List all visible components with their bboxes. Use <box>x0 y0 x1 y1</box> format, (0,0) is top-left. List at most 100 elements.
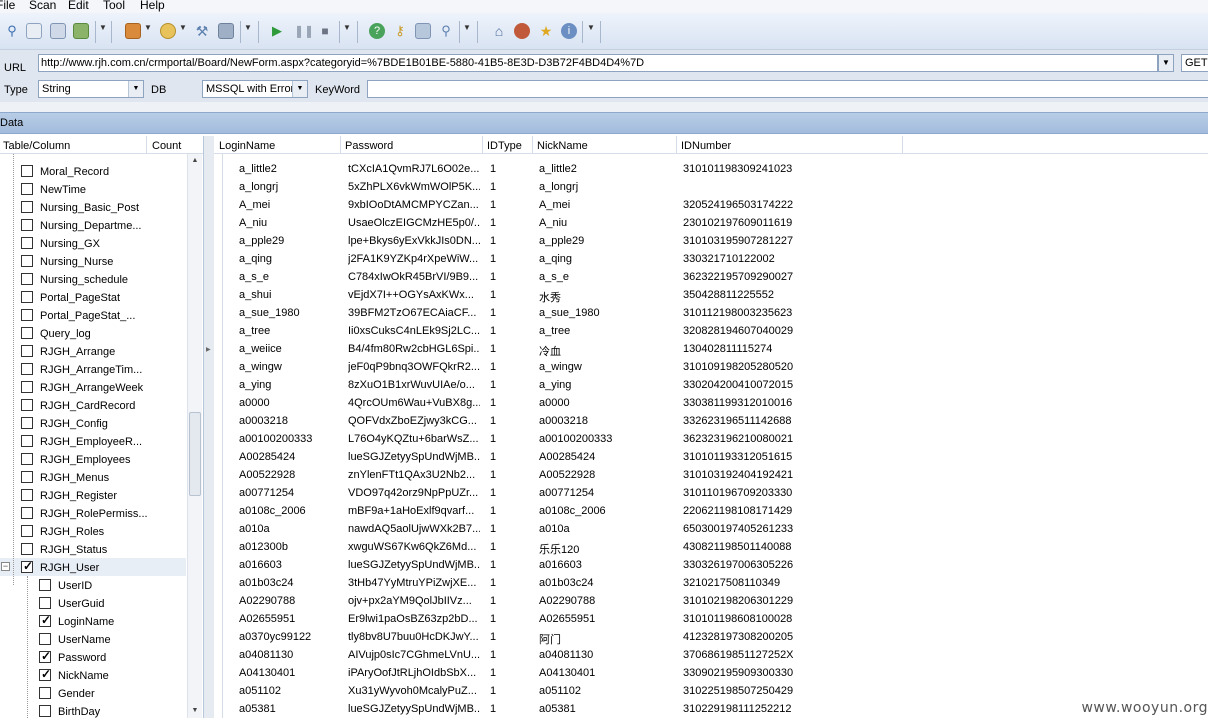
table-checkbox[interactable] <box>21 327 33 339</box>
table-row[interactable]: a_ying 8zXuO1B1xrWuvUIAe/o... 1 a_ying 33020… <box>214 375 1208 393</box>
grid-header-loginname[interactable]: LoginName <box>219 140 275 152</box>
tree-table-row[interactable]: NewTime <box>0 180 186 198</box>
table-checkbox[interactable] <box>21 183 33 195</box>
url-input[interactable]: http://www.rjh.com.cn/crmportal/Board/Ne… <box>38 54 1158 72</box>
table-checkbox[interactable] <box>21 489 33 501</box>
scroll-down-icon[interactable]: ▼ <box>188 704 202 718</box>
table-checkbox[interactable] <box>21 435 33 447</box>
tree-header-table-column[interactable]: Table/Column <box>3 140 70 152</box>
table-row[interactable]: a_wingw jeF0qP9bnq3OWFQkrR2... 1 a_wingw 310… <box>214 357 1208 375</box>
menu-tool[interactable]: Tool <box>103 0 125 12</box>
table-row[interactable]: a0003218 QOFVdxZboEZjwy3kCG... 1 a0003218 33… <box>214 411 1208 429</box>
tree-table-row[interactable]: Nursing_Departme... <box>0 216 186 234</box>
chevron-down-icon[interactable]: ▼ <box>587 23 595 32</box>
table-row[interactable]: a010a nawdAQ5aolUjwWXk2B7... 1 a010a 6503001… <box>214 519 1208 537</box>
table-checkbox[interactable] <box>21 417 33 429</box>
table-checkbox[interactable] <box>21 543 33 555</box>
chevron-down-icon[interactable]: ▼ <box>99 23 107 32</box>
tree-table-row[interactable]: Nursing_Basic_Post <box>0 198 186 216</box>
table-row[interactable]: a_sue_1980 39BFM2TzO67ECAiaCF... 1 a_sue_19… <box>214 303 1208 321</box>
tree-table-row[interactable]: RJGH_ArrangeWeek <box>0 378 186 396</box>
tree-table-row[interactable]: RJGH_Status <box>0 540 186 558</box>
keyword-input[interactable] <box>367 80 1208 98</box>
tree-table-row[interactable]: RJGH_Menus <box>0 468 186 486</box>
home-icon[interactable]: ⌂ <box>491 23 507 39</box>
splitter-grip-icon[interactable]: ▶ <box>206 346 211 362</box>
column-checkbox[interactable] <box>39 705 51 717</box>
chevron-down-icon[interactable]: ▼ <box>179 23 187 32</box>
table-row[interactable]: a00771254 VDO97q42orz9NpPpUZr... 1 a0077125… <box>214 483 1208 501</box>
bug-icon[interactable] <box>514 23 530 39</box>
table-checkbox[interactable] <box>21 399 33 411</box>
table-checkbox[interactable] <box>21 309 33 321</box>
table-row[interactable]: a_s_e C784xIwOkR45BrVI/9B9... 1 a_s_e 362322… <box>214 267 1208 285</box>
save-icon[interactable] <box>50 23 66 39</box>
table-row[interactable]: a0000 4QrcOUm6Wau+VuBX8g... 1 a0000 33038119… <box>214 393 1208 411</box>
type-select[interactable]: String ▼ <box>38 80 144 98</box>
search-icon[interactable]: ⚲ <box>4 23 20 39</box>
table-row[interactable]: a_tree Ii0xsCuksC4nLEk9Sj2LC... 1 a_tree 320… <box>214 321 1208 339</box>
tree-table-row[interactable]: RJGH_EmployeeR... <box>0 432 186 450</box>
table-checkbox[interactable] <box>21 381 33 393</box>
column-checkbox[interactable] <box>39 633 51 645</box>
table-checkbox[interactable] <box>21 165 33 177</box>
tree-header-count[interactable]: Count <box>152 140 181 152</box>
menu-edit[interactable]: Edit <box>68 0 89 12</box>
url-dropdown-icon[interactable]: ▼ <box>1158 54 1174 72</box>
magnifier-icon[interactable]: ⚲ <box>438 23 454 39</box>
tree-table-row[interactable]: RJGH_User − <box>0 558 186 576</box>
db-select[interactable]: MSSQL with Error ▼ <box>202 80 308 98</box>
table-checkbox[interactable] <box>21 525 33 537</box>
tools-icon[interactable] <box>160 23 176 39</box>
grid-header-idnumber[interactable]: IDNumber <box>681 140 731 152</box>
grid-header-idtype[interactable]: IDType <box>487 140 522 152</box>
info-icon[interactable]: i <box>561 23 577 39</box>
table-row[interactable]: a01b03c24 3tHb47YyMtruYPiZwjXE... 1 a01b03c… <box>214 573 1208 591</box>
column-checkbox[interactable] <box>39 613 51 627</box>
table-checkbox[interactable] <box>21 345 33 357</box>
scan-icon[interactable] <box>125 23 141 39</box>
tree-table-row[interactable]: RJGH_Roles <box>0 522 186 540</box>
http-method-select[interactable]: GET <box>1181 54 1208 72</box>
table-row[interactable]: a0108c_2006 mBF9a+1aHoExlf9qvarf... 1 a0108… <box>214 501 1208 519</box>
table-checkbox[interactable] <box>21 291 33 303</box>
menu-scan[interactable]: Scan <box>29 0 56 12</box>
table-row[interactable]: a051102 Xu31yWyvoh0McalyPuZ... 1 a051102 310… <box>214 681 1208 699</box>
tree-table-row[interactable]: Moral_Record <box>0 162 186 180</box>
table-row[interactable]: A00522928 znYlenFTt1QAx3U2Nb2... 1 A0052292… <box>214 465 1208 483</box>
column-checkbox[interactable] <box>39 687 51 699</box>
table-row[interactable]: a05381 lueSGJZetyySpUndWjMB... 1 a05381 3102… <box>214 699 1208 717</box>
chevron-down-icon[interactable]: ▼ <box>292 81 307 97</box>
scroll-up-icon[interactable]: ▲ <box>188 154 202 168</box>
table-row[interactable]: A00285424 lueSGJZetyySpUndWjMB... 1 A002854… <box>214 447 1208 465</box>
table-row[interactable]: A_mei 9xbIOoDtAMCMPYCZan... 1 A_mei 32052419… <box>214 195 1208 213</box>
table-row[interactable]: A02655951 Er9lwi1paOsBZ63zp2bD... 1 A026559… <box>214 609 1208 627</box>
table-checkbox[interactable] <box>21 237 33 249</box>
tree-scrollbar[interactable]: ▲ ▼ <box>187 154 202 718</box>
tree-table-row[interactable]: Nursing_schedule <box>0 270 186 288</box>
table-row[interactable]: a_longrj 5xZhPLX6vkWmWOlP5K... 1 a_longrj <box>214 177 1208 195</box>
chevron-down-icon[interactable]: ▼ <box>144 23 152 32</box>
play-icon[interactable]: ▶ <box>269 23 285 39</box>
menu-help[interactable]: Help <box>140 0 165 12</box>
table-row[interactable]: A04130401 iPAryOofJtRLjhOIdbSbX... 1 A04130… <box>214 663 1208 681</box>
tree-table-row[interactable]: Portal_PageStat_... <box>0 306 186 324</box>
table-row[interactable]: a_little2 tCXcIA1QvmRJ7L6O02e... 1 a_little… <box>214 159 1208 177</box>
tree-table-row[interactable]: RJGH_Config <box>0 414 186 432</box>
document-icon[interactable] <box>26 23 42 39</box>
table-checkbox[interactable] <box>21 255 33 267</box>
chevron-down-icon[interactable]: ▼ <box>244 23 252 32</box>
grid-header-password[interactable]: Password <box>345 140 393 152</box>
tree-table-row[interactable]: Nursing_Nurse <box>0 252 186 270</box>
table-row[interactable]: a04081130 AIVujp0sIc7CGhmeLVnU... 1 a040811… <box>214 645 1208 663</box>
table-checkbox[interactable] <box>21 453 33 465</box>
table-row[interactable]: A02290788 ojv+px2aYM9QolJbIIVz... 1 A022907… <box>214 591 1208 609</box>
table-row[interactable]: A_niu UsaeOlczEIGCMzHE5p0/... 1 A_niu 230102… <box>214 213 1208 231</box>
table-row[interactable]: a00100200333 L76O4yKQZtu+6barWsZ... 1 a0010… <box>214 429 1208 447</box>
table-checkbox[interactable] <box>21 273 33 285</box>
key-icon[interactable]: ⚷ <box>392 23 408 39</box>
export-icon[interactable] <box>73 23 89 39</box>
help-circle-icon[interactable]: ? <box>369 23 385 39</box>
table-checkbox[interactable] <box>21 201 33 213</box>
table-row[interactable]: a_pple29 lpe+Bkys6yExVkkJIs0DN... 1 a_pple2… <box>214 231 1208 249</box>
